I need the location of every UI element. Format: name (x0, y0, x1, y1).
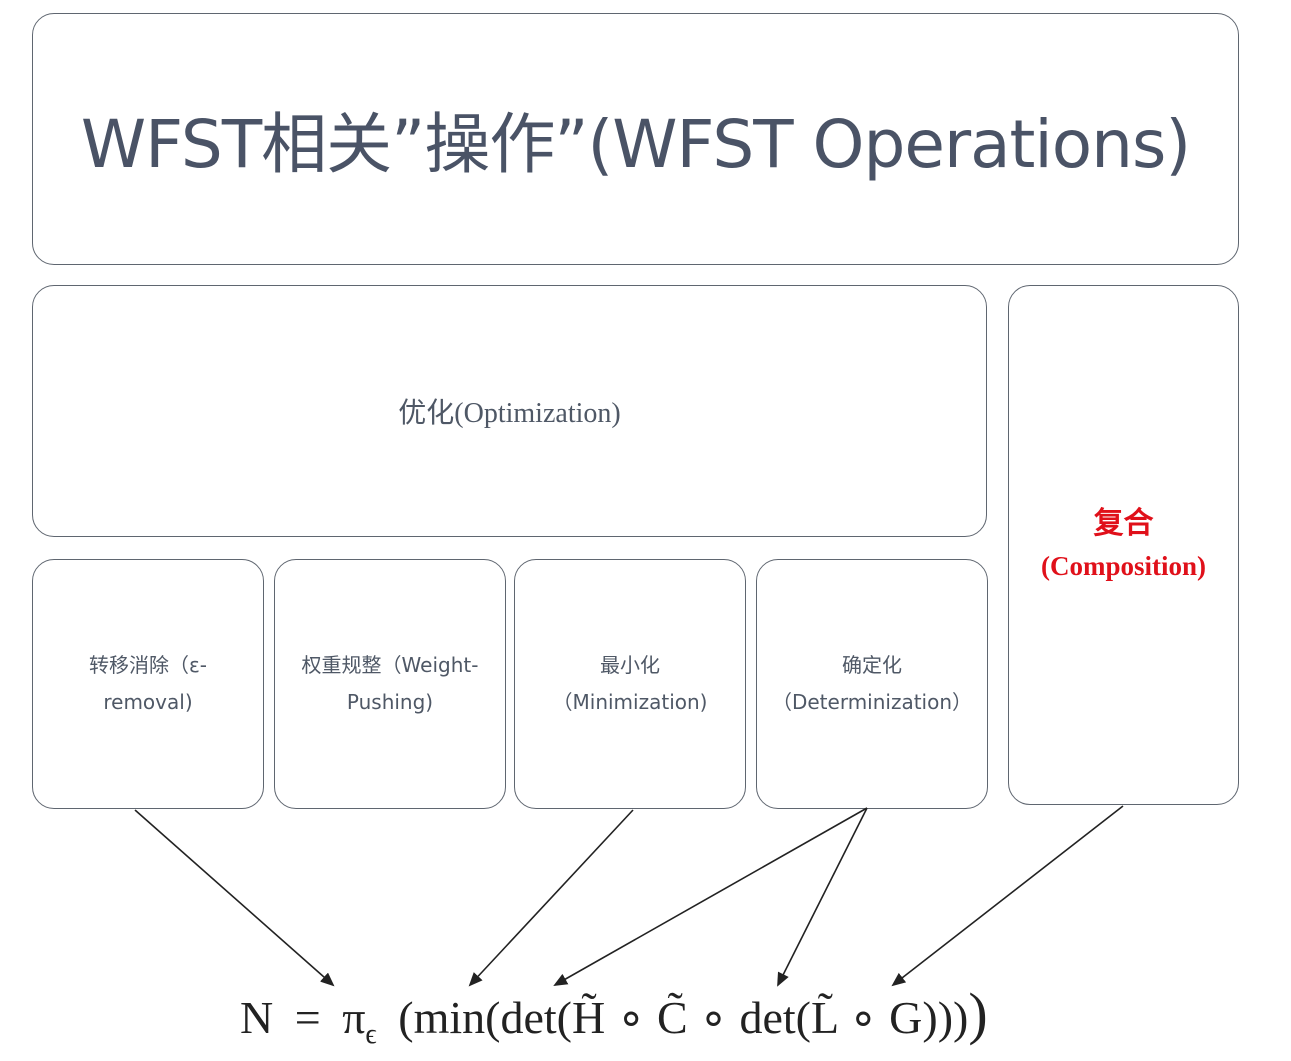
formula-body: (min(det(H̃ ∘ C̃ ∘ det(L̃ ∘ G))) (398, 992, 969, 1043)
arrow-epsilon-removal (134, 809, 335, 987)
formula-close-paren: ) (968, 981, 988, 1046)
arrow-composition (891, 805, 1124, 987)
arrow-minimization (468, 809, 634, 987)
formula-lhs: N (240, 992, 274, 1043)
formula-equals: = (294, 992, 321, 1043)
arrow-determinization-inner (777, 807, 868, 987)
formula-epsilon: ϵ (365, 1019, 377, 1051)
arrows-layer (134, 805, 1124, 987)
arrow-determinization-outer (553, 807, 868, 986)
formula-pi: π (342, 992, 366, 1043)
decoding-graph-formula: N = πϵ (min(det(H̃ ∘ C̃ ∘ det(L̃ ∘ G)))) (240, 980, 1040, 1050)
